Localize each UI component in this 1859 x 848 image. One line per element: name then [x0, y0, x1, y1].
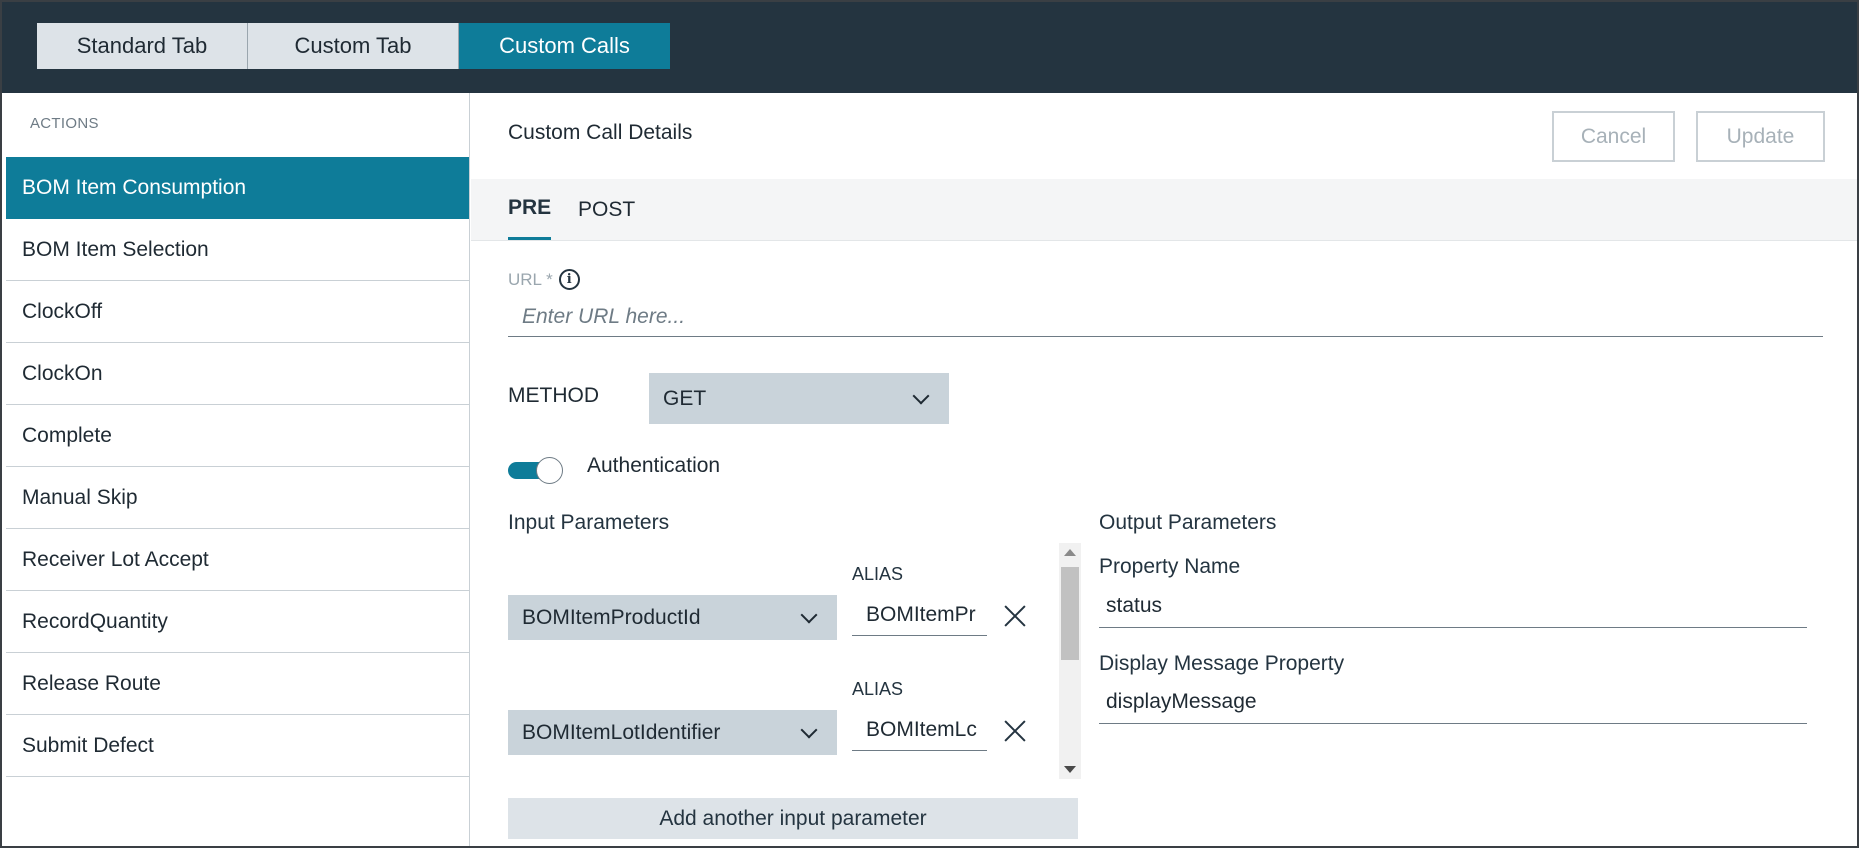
- url-input[interactable]: [508, 297, 1823, 337]
- tab-standard[interactable]: Standard Tab: [37, 23, 248, 69]
- custom-call-details-panel: Custom Call Details Cancel Update PRE PO…: [471, 93, 1857, 846]
- input-param-select[interactable]: BOMItemProductId: [508, 595, 837, 640]
- authentication-label: Authentication: [587, 454, 721, 477]
- tab-custom-calls[interactable]: Custom Calls: [459, 23, 670, 69]
- display-message-input[interactable]: displayMessage: [1099, 680, 1807, 724]
- sidebar-item-receiver-lot-accept[interactable]: Receiver Lot Accept: [6, 529, 469, 591]
- actions-heading: ACTIONS: [30, 115, 99, 132]
- cancel-button[interactable]: Cancel: [1552, 111, 1675, 162]
- tab-custom[interactable]: Custom Tab: [248, 23, 459, 69]
- add-input-parameter-button[interactable]: Add another input parameter: [508, 798, 1078, 839]
- input-param-value: BOMItemLotIdentifier: [522, 720, 721, 744]
- sidebar-item-clockoff[interactable]: ClockOff: [6, 281, 469, 343]
- scroll-thumb[interactable]: [1061, 567, 1079, 660]
- chevron-down-icon: [912, 387, 930, 404]
- alias-label: ALIAS: [852, 564, 904, 584]
- actions-list: BOM Item Consumption BOM Item Selection …: [6, 157, 469, 777]
- tab-post[interactable]: POST: [578, 179, 635, 241]
- actions-sidebar: ACTIONS BOM Item Consumption BOM Item Se…: [6, 93, 470, 846]
- sidebar-item-complete[interactable]: Complete: [6, 405, 469, 467]
- close-icon[interactable]: [1003, 604, 1027, 628]
- alias-input[interactable]: BOMItemPr: [852, 594, 987, 636]
- tab-pre[interactable]: PRE: [508, 179, 552, 240]
- input-parameters-title: Input Parameters: [508, 511, 670, 534]
- url-label-text: URL *: [508, 269, 553, 289]
- info-icon[interactable]: i: [558, 269, 580, 290]
- method-label: METHOD: [508, 384, 599, 407]
- input-param-select[interactable]: BOMItemLotIdentifier: [508, 710, 837, 755]
- alias-label: ALIAS: [852, 679, 904, 699]
- close-icon[interactable]: [1003, 719, 1027, 743]
- alias-input[interactable]: BOMItemLc: [852, 709, 987, 751]
- input-parameters-list: BOMItemProductId ALIAS BOMItemPr BOMItem…: [508, 543, 1081, 781]
- sidebar-item-recordquantity[interactable]: RecordQuantity: [6, 591, 469, 653]
- sidebar-item-bom-item-consumption[interactable]: BOM Item Consumption: [6, 157, 469, 219]
- authentication-toggle[interactable]: [508, 457, 564, 484]
- sidebar-item-manual-skip[interactable]: Manual Skip: [6, 467, 469, 529]
- output-parameters-title: Output Parameters: [1099, 511, 1277, 534]
- property-name-input[interactable]: status: [1099, 584, 1807, 628]
- top-tab-bar: Standard Tab Custom Tab Custom Calls: [2, 2, 1857, 93]
- input-param-value: BOMItemProductId: [522, 605, 701, 629]
- page-title: Custom Call Details: [508, 121, 693, 144]
- chevron-down-icon: [800, 606, 818, 623]
- sidebar-item-release-route[interactable]: Release Route: [6, 653, 469, 715]
- input-params-scrollbar[interactable]: [1059, 543, 1081, 779]
- scroll-up-arrow-icon[interactable]: [1064, 549, 1076, 556]
- display-message-label: Display Message Property: [1099, 652, 1345, 675]
- update-button[interactable]: Update: [1696, 111, 1825, 162]
- method-value: GET: [663, 386, 707, 410]
- sidebar-item-clockon[interactable]: ClockOn: [6, 343, 469, 405]
- sidebar-item-submit-defect[interactable]: Submit Defect: [6, 715, 469, 777]
- method-select[interactable]: GET: [649, 373, 949, 424]
- toggle-knob: [536, 457, 563, 484]
- pre-post-tabs: PRE POST: [471, 179, 1857, 241]
- chevron-down-icon: [800, 721, 818, 738]
- url-label: URL * i: [508, 269, 580, 290]
- property-name-label: Property Name: [1099, 555, 1241, 578]
- scroll-down-arrow-icon[interactable]: [1064, 766, 1076, 773]
- sidebar-item-bom-item-selection[interactable]: BOM Item Selection: [6, 219, 469, 281]
- app-window: Standard Tab Custom Tab Custom Calls ACT…: [0, 0, 1859, 848]
